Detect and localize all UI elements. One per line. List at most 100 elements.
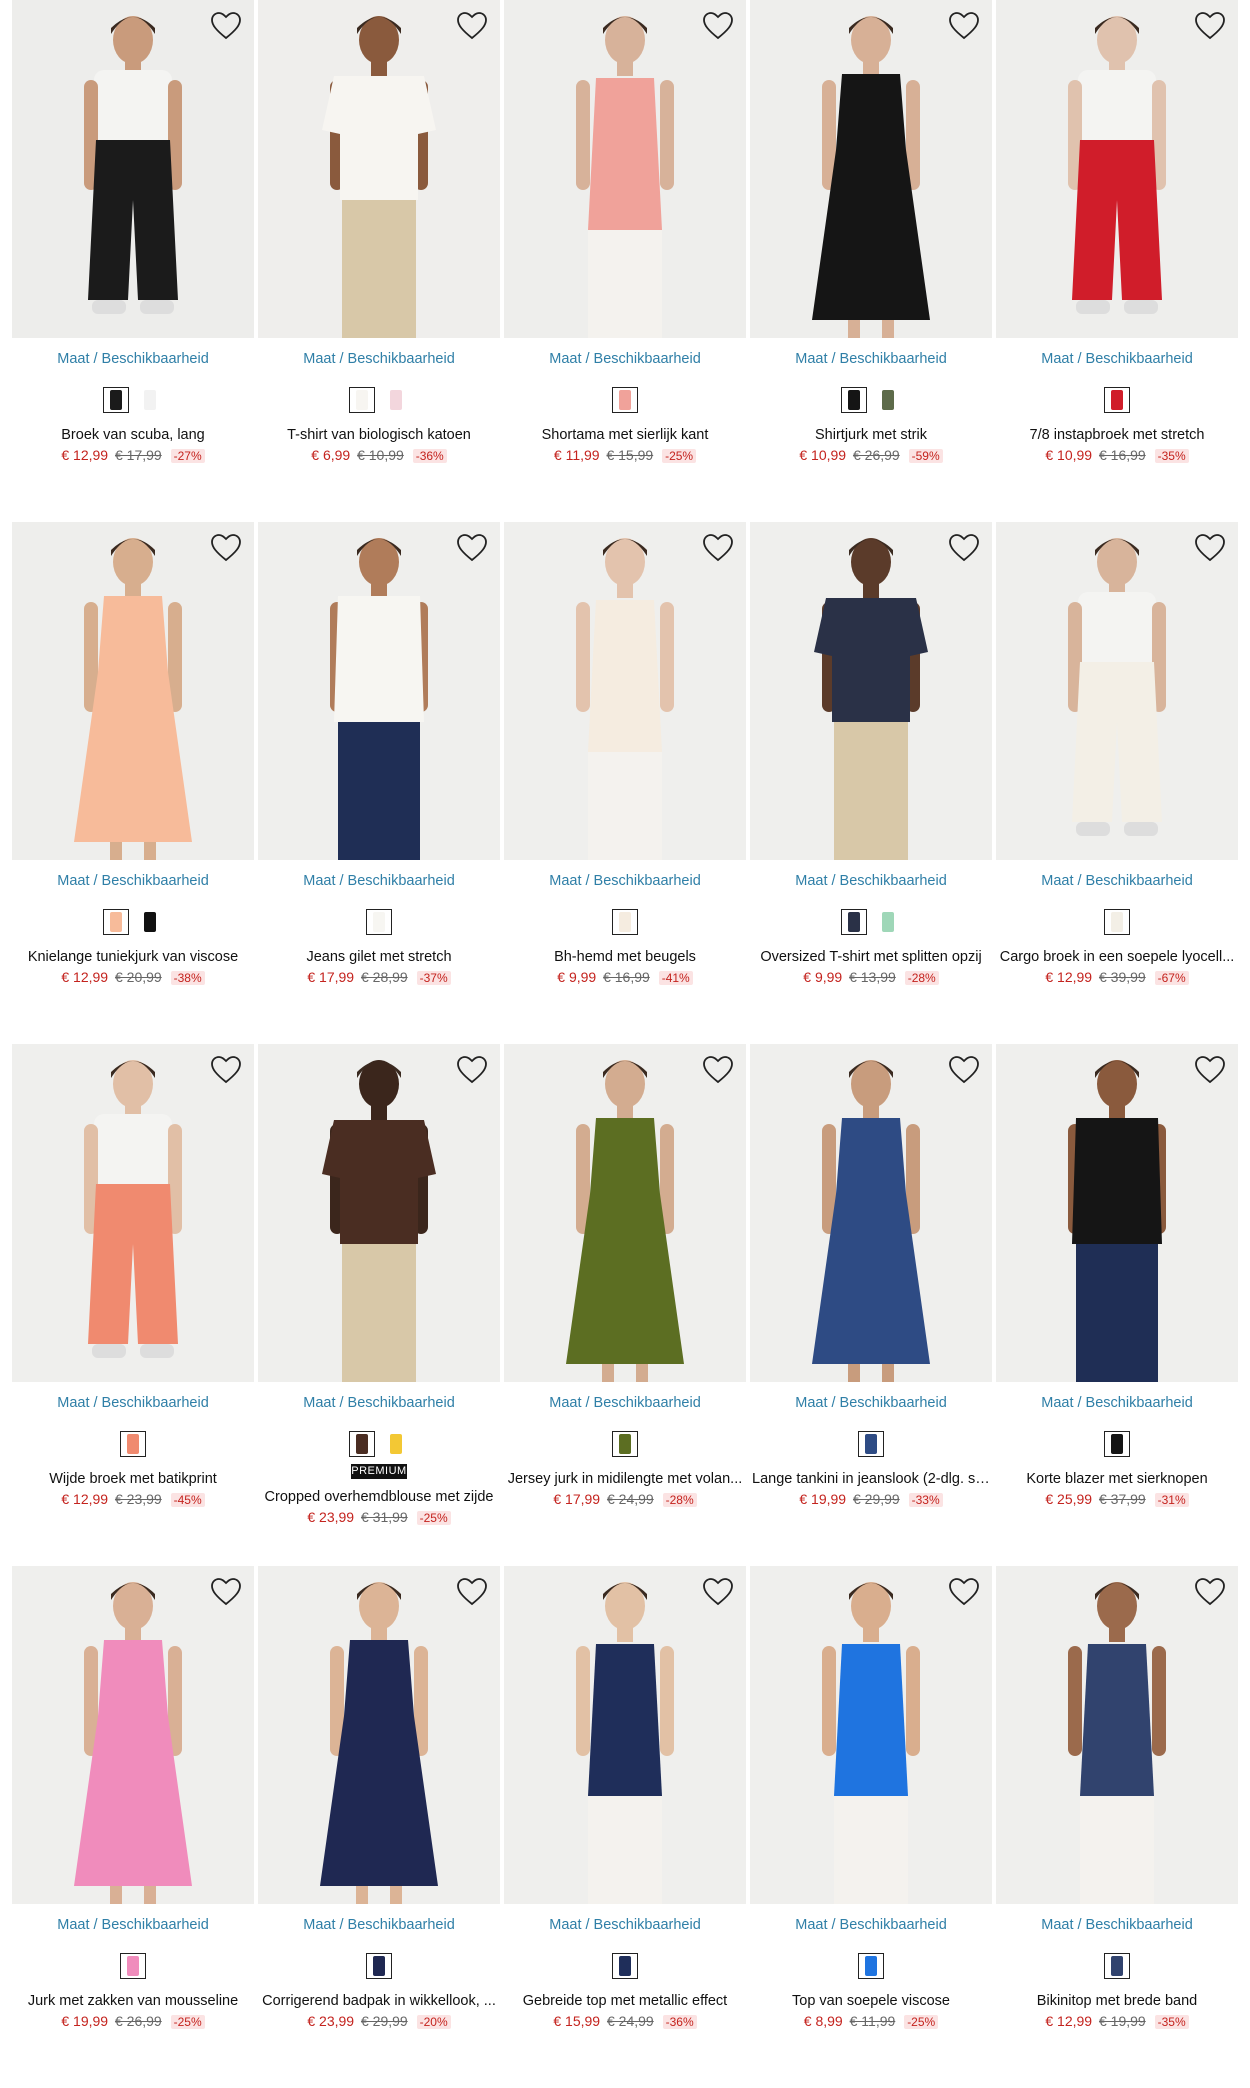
product-image[interactable] xyxy=(996,1044,1238,1382)
size-availability-link[interactable]: Maat / Beschikbaarheid xyxy=(504,871,746,891)
product-card[interactable]: Maat / Beschikbaarheid Jersey jurk in mi… xyxy=(504,1044,746,1566)
color-swatch[interactable] xyxy=(612,1431,638,1457)
product-image[interactable] xyxy=(258,1044,500,1382)
color-swatch[interactable] xyxy=(858,1431,884,1457)
wishlist-heart-icon[interactable] xyxy=(948,1054,980,1086)
product-image[interactable] xyxy=(12,0,254,338)
wishlist-heart-icon[interactable] xyxy=(456,1054,488,1086)
product-name[interactable]: Bikinitop met brede band xyxy=(996,1991,1238,2011)
product-image[interactable] xyxy=(12,1044,254,1382)
wishlist-heart-icon[interactable] xyxy=(210,10,242,42)
wishlist-heart-icon[interactable] xyxy=(456,532,488,564)
product-image[interactable] xyxy=(504,522,746,860)
product-card[interactable]: Maat / Beschikbaarheid Lange tankini in … xyxy=(750,1044,992,1566)
product-name[interactable]: Corrigerend badpak in wikkellook, ... xyxy=(258,1991,500,2011)
product-name[interactable]: Gebreide top met metallic effect xyxy=(504,1991,746,2011)
product-image[interactable] xyxy=(750,1044,992,1382)
product-name[interactable]: Shirtjurk met strik xyxy=(750,425,992,445)
product-image[interactable] xyxy=(750,522,992,860)
product-card[interactable]: Maat / Beschikbaarheid Knielange tuniekj… xyxy=(12,522,254,1044)
product-name[interactable]: Korte blazer met sierknopen xyxy=(996,1469,1238,1489)
product-card[interactable]: Maat / Beschikbaarheid Cargo broek in ee… xyxy=(996,522,1238,1044)
product-card[interactable]: Maat / Beschikbaarheid Wijde broek met b… xyxy=(12,1044,254,1566)
size-availability-link[interactable]: Maat / Beschikbaarheid xyxy=(12,1393,254,1413)
color-swatch[interactable] xyxy=(1104,1431,1130,1457)
product-card[interactable]: Maat / Beschikbaarheid Gebreide top met … xyxy=(504,1566,746,2088)
color-swatch[interactable] xyxy=(137,387,163,413)
size-availability-link[interactable]: Maat / Beschikbaarheid xyxy=(750,1915,992,1935)
wishlist-heart-icon[interactable] xyxy=(1194,532,1226,564)
color-swatch[interactable] xyxy=(366,909,392,935)
size-availability-link[interactable]: Maat / Beschikbaarheid xyxy=(996,871,1238,891)
product-image[interactable] xyxy=(996,1566,1238,1904)
color-swatch[interactable] xyxy=(858,1953,884,1979)
product-image[interactable] xyxy=(996,522,1238,860)
product-card[interactable]: Maat / Beschikbaarheid Broek van scuba, … xyxy=(12,0,254,522)
color-swatch[interactable] xyxy=(103,387,129,413)
size-availability-link[interactable]: Maat / Beschikbaarheid xyxy=(258,349,500,369)
size-availability-link[interactable]: Maat / Beschikbaarheid xyxy=(12,1915,254,1935)
product-card[interactable]: Maat / Beschikbaarheid Shortama met sier… xyxy=(504,0,746,522)
product-card[interactable]: Maat / Beschikbaarheid Korte blazer met … xyxy=(996,1044,1238,1566)
product-image[interactable] xyxy=(12,522,254,860)
color-swatch[interactable] xyxy=(103,909,129,935)
product-name[interactable]: Jeans gilet met stretch xyxy=(258,947,500,967)
wishlist-heart-icon[interactable] xyxy=(210,1054,242,1086)
product-card[interactable]: Maat / Beschikbaarheid Jeans gilet met s… xyxy=(258,522,500,1044)
product-card[interactable]: Maat / Beschikbaarheid PREMIUM Cropped o… xyxy=(258,1044,500,1566)
color-swatch[interactable] xyxy=(612,1953,638,1979)
product-image[interactable] xyxy=(12,1566,254,1904)
size-availability-link[interactable]: Maat / Beschikbaarheid xyxy=(12,871,254,891)
size-availability-link[interactable]: Maat / Beschikbaarheid xyxy=(504,1393,746,1413)
product-name[interactable]: T-shirt van biologisch katoen xyxy=(258,425,500,445)
wishlist-heart-icon[interactable] xyxy=(210,532,242,564)
wishlist-heart-icon[interactable] xyxy=(210,1576,242,1608)
color-swatch[interactable] xyxy=(841,387,867,413)
size-availability-link[interactable]: Maat / Beschikbaarheid xyxy=(750,349,992,369)
wishlist-heart-icon[interactable] xyxy=(702,532,734,564)
size-availability-link[interactable]: Maat / Beschikbaarheid xyxy=(996,1393,1238,1413)
product-card[interactable]: Maat / Beschikbaarheid Oversized T-shirt… xyxy=(750,522,992,1044)
product-name[interactable]: Shortama met sierlijk kant xyxy=(504,425,746,445)
color-swatch[interactable] xyxy=(1104,387,1130,413)
product-name[interactable]: Jersey jurk in midilengte met volan... xyxy=(504,1469,746,1489)
product-card[interactable]: Maat / Beschikbaarheid 7/8 instapbroek m… xyxy=(996,0,1238,522)
size-availability-link[interactable]: Maat / Beschikbaarheid xyxy=(12,349,254,369)
color-swatch[interactable] xyxy=(612,909,638,935)
color-swatch[interactable] xyxy=(383,1431,409,1457)
product-image[interactable] xyxy=(258,0,500,338)
color-swatch[interactable] xyxy=(841,909,867,935)
product-name[interactable]: Knielange tuniekjurk van viscose xyxy=(12,947,254,967)
wishlist-heart-icon[interactable] xyxy=(948,532,980,564)
product-name[interactable]: Bh-hemd met beugels xyxy=(504,947,746,967)
color-swatch[interactable] xyxy=(137,909,163,935)
wishlist-heart-icon[interactable] xyxy=(702,1576,734,1608)
product-image[interactable] xyxy=(258,1566,500,1904)
color-swatch[interactable] xyxy=(875,387,901,413)
product-name[interactable]: Wijde broek met batikprint xyxy=(12,1469,254,1489)
product-image[interactable] xyxy=(750,1566,992,1904)
product-name[interactable]: Top van soepele viscose xyxy=(750,1991,992,2011)
wishlist-heart-icon[interactable] xyxy=(456,10,488,42)
color-swatch[interactable] xyxy=(1104,1953,1130,1979)
size-availability-link[interactable]: Maat / Beschikbaarheid xyxy=(750,1393,992,1413)
product-card[interactable]: Maat / Beschikbaarheid Top van soepele v… xyxy=(750,1566,992,2088)
product-name[interactable]: Cropped overhemdblouse met zijde xyxy=(258,1487,500,1507)
product-name[interactable]: Jurk met zakken van mousseline xyxy=(12,1991,254,2011)
color-swatch[interactable] xyxy=(1104,909,1130,935)
product-image[interactable] xyxy=(258,522,500,860)
color-swatch[interactable] xyxy=(120,1953,146,1979)
product-name[interactable]: Oversized T-shirt met splitten opzij xyxy=(750,947,992,967)
product-name[interactable]: Broek van scuba, lang xyxy=(12,425,254,445)
size-availability-link[interactable]: Maat / Beschikbaarheid xyxy=(258,1393,500,1413)
product-image[interactable] xyxy=(996,0,1238,338)
size-availability-link[interactable]: Maat / Beschikbaarheid xyxy=(750,871,992,891)
product-image[interactable] xyxy=(504,1044,746,1382)
product-card[interactable]: Maat / Beschikbaarheid Bikinitop met bre… xyxy=(996,1566,1238,2088)
product-image[interactable] xyxy=(504,0,746,338)
wishlist-heart-icon[interactable] xyxy=(702,10,734,42)
wishlist-heart-icon[interactable] xyxy=(948,10,980,42)
product-card[interactable]: Maat / Beschikbaarheid Shirtjurk met str… xyxy=(750,0,992,522)
size-availability-link[interactable]: Maat / Beschikbaarheid xyxy=(996,349,1238,369)
size-availability-link[interactable]: Maat / Beschikbaarheid xyxy=(258,1915,500,1935)
